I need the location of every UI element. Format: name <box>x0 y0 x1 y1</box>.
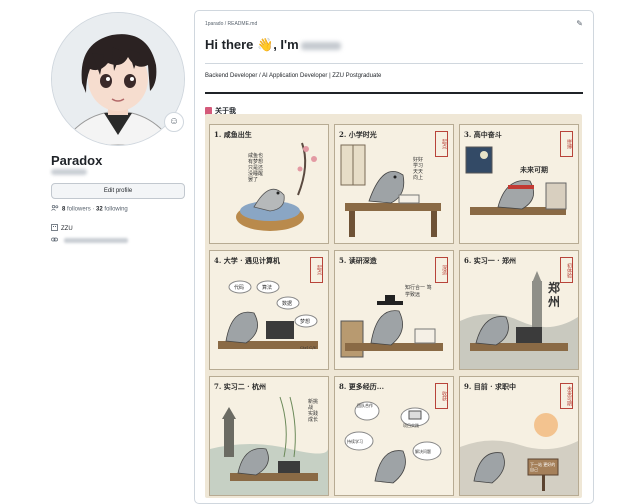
seal-stamp: 初体验 <box>560 257 573 283</box>
link-icon <box>51 237 58 244</box>
comic-panel-8: 8. 更多经历... 收获 团队合作 项目实践 持续学习 解决问题 <box>334 376 454 496</box>
following-link[interactable]: 32 following <box>96 207 128 213</box>
panel-title: 1. 咸鱼出生 <box>214 130 252 139</box>
panel-title: 4. 大学 · 遇见计算机 <box>214 256 281 265</box>
name-redacted <box>300 41 341 50</box>
panel-caption: 好好学习 天天向上 <box>413 157 424 181</box>
bubble-text: 代码 <box>234 285 245 291</box>
seal-stamp: 深造 <box>435 257 448 283</box>
comic-panel-1: 1. 咸鱼出生 咸鱼也有梦想 只是还没睡醒罢了 <box>209 124 329 244</box>
panel-title: 3. 高中奋斗 <box>464 130 502 139</box>
readme-subtitle: Backend Developer / AI Application Devel… <box>205 73 382 79</box>
organization: ZZU <box>51 224 73 233</box>
people-icon <box>51 204 59 213</box>
comic-panel-7: 7. 实习二 · 杭州 新挑战 实践成长 <box>209 376 329 496</box>
comic-panel-3: 3. 高中奋斗 拼搏 未来可期 <box>459 124 579 244</box>
seal-stamp: 拼搏 <box>560 131 573 157</box>
bubble-text: 数据 <box>282 301 293 307</box>
smiley-icon[interactable]: ☺ <box>164 112 184 132</box>
comic-image: 1. 咸鱼出生 咸鱼也有梦想 只是还没睡醒罢了 2. 小学时光 起点 好好学习 … <box>205 114 582 498</box>
panel-title: 7. 实习二 · 杭州 <box>214 382 267 391</box>
seal-stamp: 未来可期 <box>560 383 573 409</box>
building-icon <box>51 224 58 233</box>
panel-title: 5. 读研深造 <box>339 256 377 265</box>
readme-panel: 1parado / README.md ✎ Hi there 👋, I'm Ba… <box>194 10 594 504</box>
readme-path[interactable]: 1parado / README.md <box>205 21 257 27</box>
comic-panel-5: 5. 读研深造 深造 知行合一 笃学致远 <box>334 250 454 370</box>
username-redacted <box>51 169 87 175</box>
comic-panel-9: 9. 目前 · 求职中 未来可期 下一站 更好的自己 <box>459 376 579 496</box>
website-link[interactable] <box>51 237 128 244</box>
bubble-text: 算法 <box>262 285 273 291</box>
pencil-icon[interactable]: ✎ <box>576 19 583 28</box>
bubble-text: 解决问题 <box>415 449 431 454</box>
readme-title: Hi there 👋, I'm <box>205 37 341 53</box>
panel-title: 8. 更多经历... <box>339 382 385 391</box>
panel-title: 2. 小学时光 <box>339 130 377 139</box>
panel-caption: 知行合一 笃学致远 <box>405 285 432 298</box>
display-name: Paradox <box>51 153 103 168</box>
keycap-text: Ctrl C/V <box>300 345 317 350</box>
sign-text: 下一站 更好的自己 <box>530 462 556 472</box>
comic-panel-2: 2. 小学时光 起点 好好学习 天天向上 <box>334 124 454 244</box>
seal-stamp: 收获 <box>435 383 448 409</box>
panel-title: 6. 实习一 · 郑州 <box>464 256 517 265</box>
divider <box>205 92 583 94</box>
edit-profile-button[interactable]: Edit profile <box>51 183 185 199</box>
bubble-text: 项目实践 <box>403 423 419 428</box>
follow-stats: 8 followers · 32 following <box>51 204 128 213</box>
seal-stamp: 起点 <box>310 257 323 283</box>
comic-panel-4: 4. 大学 · 遇见计算机 起点 代码 算法 数据 梦想 Ctrl C/V <box>209 250 329 370</box>
seal-stamp: 起点 <box>435 131 448 157</box>
bubble-text: 团队合作 <box>357 403 373 408</box>
bubble-text: 梦想 <box>300 319 311 325</box>
panel-title: 9. 目前 · 求职中 <box>464 382 517 391</box>
panel-caption: 未来可期 <box>520 165 548 174</box>
bubble-text: 持续学习 <box>347 439 363 444</box>
divider <box>205 63 583 64</box>
panel-caption: 郑州 <box>548 281 561 309</box>
panel-caption: 咸鱼也有梦想 只是还没睡醒罢了 <box>248 153 264 183</box>
followers-link[interactable]: 8 followers <box>62 207 91 213</box>
comic-panel-6: 6. 实习一 · 郑州 初体验 郑州 <box>459 250 579 370</box>
panel-caption: 新挑战 实践成长 <box>308 399 319 423</box>
